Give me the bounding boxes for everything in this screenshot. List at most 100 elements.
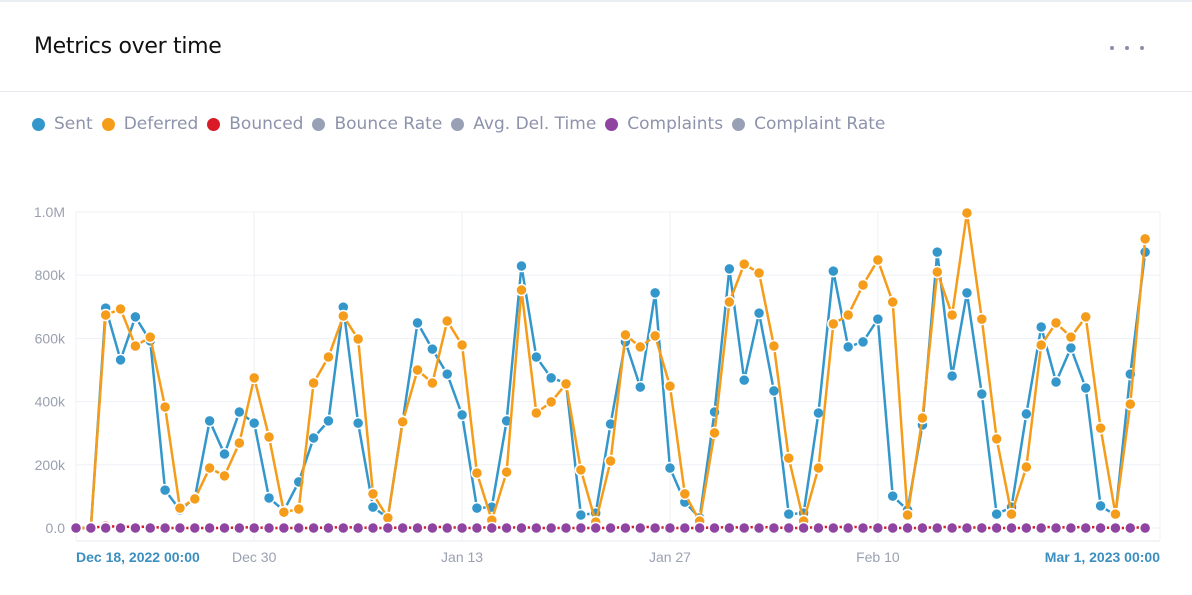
data-point-complaints: [589, 521, 602, 535]
data-point-deferred: [648, 329, 662, 343]
data-point-deferred: [188, 492, 202, 506]
data-point-complaints: [262, 521, 276, 535]
data-point-deferred: [1020, 460, 1033, 474]
data-point-deferred: [544, 395, 558, 409]
data-point-deferred: [990, 432, 1003, 446]
data-point-complaints: [396, 521, 409, 535]
data-point-complaints: [84, 521, 98, 535]
data-point-deferred: [945, 308, 959, 322]
data-point-complaints: [737, 521, 751, 535]
data-point-deferred: [752, 266, 766, 280]
data-point-complaints: [203, 521, 216, 535]
x-tick-label: Dec 18, 2022 00:00: [76, 549, 200, 565]
data-point-sent: [574, 508, 588, 522]
data-point-deferred: [277, 505, 291, 519]
data-point-complaints: [634, 521, 647, 535]
data-point-deferred: [634, 340, 647, 354]
data-point-complaints: [990, 521, 1003, 535]
data-point-deferred: [530, 406, 543, 420]
data-point-deferred: [322, 350, 335, 364]
data-point-complaints: [381, 521, 395, 535]
data-point-deferred: [203, 461, 216, 475]
data-point-sent: [158, 483, 172, 497]
data-point-deferred: [218, 469, 231, 483]
data-point-complaints: [544, 521, 558, 535]
x-tick-label: Dec 30: [232, 549, 277, 565]
series-line-deferred: [76, 211, 1147, 530]
data-point-deferred: [1094, 421, 1107, 435]
data-point-complaints: [1079, 521, 1093, 535]
data-point-deferred: [99, 308, 112, 322]
data-point-complaints: [827, 521, 840, 535]
y-tick-label: 0.0: [46, 520, 66, 536]
data-point-sent: [1034, 320, 1048, 334]
data-point-deferred: [975, 312, 989, 326]
data-point-sent: [856, 335, 870, 349]
data-point-complaints: [292, 521, 305, 535]
data-point-sent: [307, 431, 320, 445]
data-point-complaints: [945, 521, 959, 535]
data-point-deferred: [1064, 330, 1078, 344]
data-point-complaints: [233, 521, 246, 535]
data-point-sent: [262, 491, 276, 505]
data-point-complaints: [901, 521, 914, 535]
x-tick-label: Jan 27: [649, 549, 691, 565]
metrics-line-chart: 0.0 200k 400k 600k 800k 1.0M Dec 18, 2022 00:0…: [34, 204, 1161, 565]
data-point-deferred: [114, 302, 127, 316]
data-point-sent: [886, 489, 899, 503]
data-point-sent: [426, 342, 439, 356]
data-point-complaints: [500, 521, 513, 535]
y-tick-label: 600k: [35, 330, 66, 346]
data-point-sent: [767, 384, 781, 398]
data-point-deferred: [574, 463, 588, 477]
data-point-complaints: [752, 521, 766, 535]
data-point-complaints: [1034, 521, 1048, 535]
data-point-complaints: [322, 521, 335, 535]
data-point-complaints: [841, 521, 855, 535]
data-point-deferred: [931, 265, 944, 279]
data-point-complaints: [351, 521, 365, 535]
y-tick-label: 1.0M: [34, 204, 65, 220]
data-point-deferred: [901, 508, 914, 522]
data-point-deferred: [916, 411, 929, 425]
data-point-deferred: [619, 328, 632, 342]
data-point-deferred: [396, 415, 409, 429]
x-tick-label: Jan 13: [441, 549, 483, 565]
data-point-sent: [648, 286, 662, 300]
data-point-complaints: [960, 521, 974, 535]
data-point-complaints: [604, 521, 617, 535]
data-point-deferred: [470, 466, 484, 480]
data-point-complaints: [767, 521, 781, 535]
data-point-complaints: [1005, 521, 1018, 535]
data-point-complaints: [663, 521, 677, 535]
data-point-complaints: [619, 521, 632, 535]
data-point-complaints: [114, 521, 127, 535]
data-point-sent: [351, 416, 365, 430]
data-point-complaints: [99, 521, 112, 535]
data-point-complaints: [975, 521, 989, 535]
y-tick-label: 800k: [35, 267, 66, 283]
data-point-complaints: [782, 521, 796, 535]
data-point-deferred: [827, 317, 840, 331]
data-point-deferred: [782, 451, 796, 465]
data-point-complaints: [693, 521, 706, 535]
data-point-deferred: [812, 461, 825, 475]
data-point-complaints: [1020, 521, 1033, 535]
x-tick-label: Feb 10: [856, 549, 900, 565]
data-point-deferred: [455, 338, 469, 352]
data-point-sent: [1020, 407, 1033, 421]
data-point-complaints: [886, 521, 899, 535]
data-point-deferred: [1124, 397, 1137, 411]
data-point-complaints: [440, 521, 454, 535]
data-point-deferred: [307, 376, 320, 390]
data-point-deferred: [678, 487, 692, 501]
data-point-deferred: [262, 430, 276, 444]
data-point-complaints: [337, 521, 350, 535]
data-point-complaints: [574, 521, 588, 535]
data-point-deferred: [426, 376, 439, 390]
data-point-complaints: [188, 521, 202, 535]
data-point-sent: [114, 353, 127, 367]
data-point-deferred: [960, 206, 974, 220]
data-point-complaints: [515, 521, 528, 535]
data-point-deferred: [856, 278, 870, 292]
